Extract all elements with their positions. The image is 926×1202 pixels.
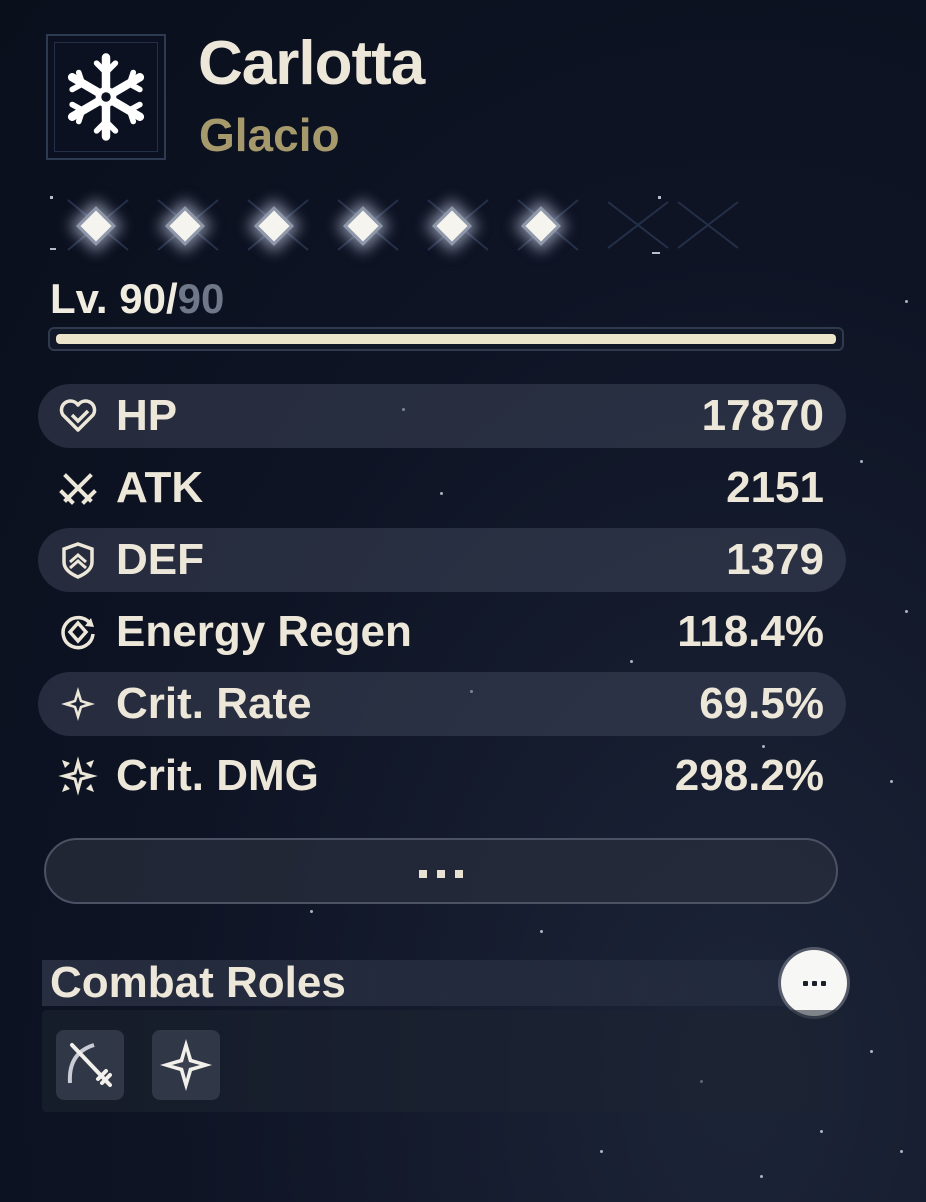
crit-burst-icon	[56, 754, 100, 798]
character-attribute: Glacio	[199, 109, 340, 161]
crossed-swords-icon	[56, 466, 100, 510]
stat-row-atk[interactable]: ATK 2151	[38, 452, 846, 524]
stat-label: DEF	[116, 535, 204, 584]
level-progress-fill	[56, 334, 836, 344]
star	[600, 1150, 603, 1153]
star	[890, 780, 893, 783]
stat-label: HP	[116, 391, 178, 440]
stat-label: ATK	[116, 463, 204, 512]
shield-icon	[56, 538, 100, 582]
star	[905, 610, 908, 613]
sequence-node-4[interactable]	[343, 206, 383, 246]
stat-value: 298.2%	[674, 751, 824, 800]
combat-role-1[interactable]	[56, 1030, 124, 1100]
sequence-node-2[interactable]	[165, 206, 205, 246]
star	[820, 1130, 823, 1133]
four-point-star-icon	[160, 1039, 212, 1091]
star	[860, 460, 863, 463]
stat-value: 17870	[701, 391, 824, 440]
energy-regen-icon	[56, 610, 100, 654]
star	[310, 910, 313, 913]
stat-row-crit-dmg[interactable]: Crit. DMG 298.2%	[38, 740, 846, 812]
stat-label: Crit. DMG	[116, 751, 319, 800]
character-name: Carlotta	[198, 29, 425, 98]
combat-roles-title: Combat Roles	[50, 958, 346, 1007]
sequence-node-3[interactable]	[254, 206, 294, 246]
diamond-icon	[254, 206, 294, 246]
diamond-icon	[432, 206, 472, 246]
combat-role-2[interactable]	[152, 1030, 220, 1100]
element-badge	[46, 34, 166, 160]
level-label: Lv. 90/90	[50, 275, 224, 323]
stat-value: 2151	[726, 463, 824, 512]
stat-row-def[interactable]: DEF 1379	[38, 528, 846, 592]
sequence-ornament	[50, 196, 739, 254]
stats-list: HP 17870 ATK 2151 DEF 1379 Energy Regen …	[38, 380, 846, 812]
stat-label: Crit. Rate	[116, 679, 312, 728]
sequence-nodes	[48, 190, 748, 260]
level-progress-bar	[48, 327, 844, 351]
level-max: 90	[177, 275, 225, 322]
star	[900, 1150, 903, 1153]
diamond-icon	[76, 206, 116, 246]
level-current: 90	[119, 275, 166, 322]
diamond-icon	[521, 206, 561, 246]
level-prefix: Lv.	[50, 275, 108, 322]
stat-value: 69.5%	[699, 679, 824, 728]
diamond-icon	[165, 206, 205, 246]
stat-value: 118.4%	[677, 607, 824, 656]
crit-star-icon	[56, 682, 100, 726]
diamond-icon	[343, 206, 383, 246]
more-stats-button[interactable]	[44, 838, 838, 904]
more-options-icon[interactable]	[781, 950, 847, 1016]
star	[870, 1050, 873, 1053]
stat-label: Energy Regen	[116, 607, 412, 656]
star	[905, 300, 908, 303]
stat-row-crit-rate[interactable]: Crit. Rate 69.5%	[38, 672, 846, 736]
stat-row-energy-regen[interactable]: Energy Regen 118.4%	[38, 596, 846, 668]
snowflake-icon	[67, 53, 145, 141]
sequence-node-1[interactable]	[76, 206, 116, 246]
sequence-node-6[interactable]	[521, 206, 561, 246]
star	[540, 930, 543, 933]
star	[760, 1175, 763, 1178]
stat-value: 1379	[726, 535, 824, 584]
ellipsis-icon	[419, 870, 463, 878]
sequence-node-5[interactable]	[432, 206, 472, 246]
heart-hp-icon	[56, 394, 100, 438]
sword-slash-icon	[67, 1043, 112, 1087]
stat-row-hp[interactable]: HP 17870	[38, 384, 846, 448]
level-separator: /	[165, 275, 178, 322]
